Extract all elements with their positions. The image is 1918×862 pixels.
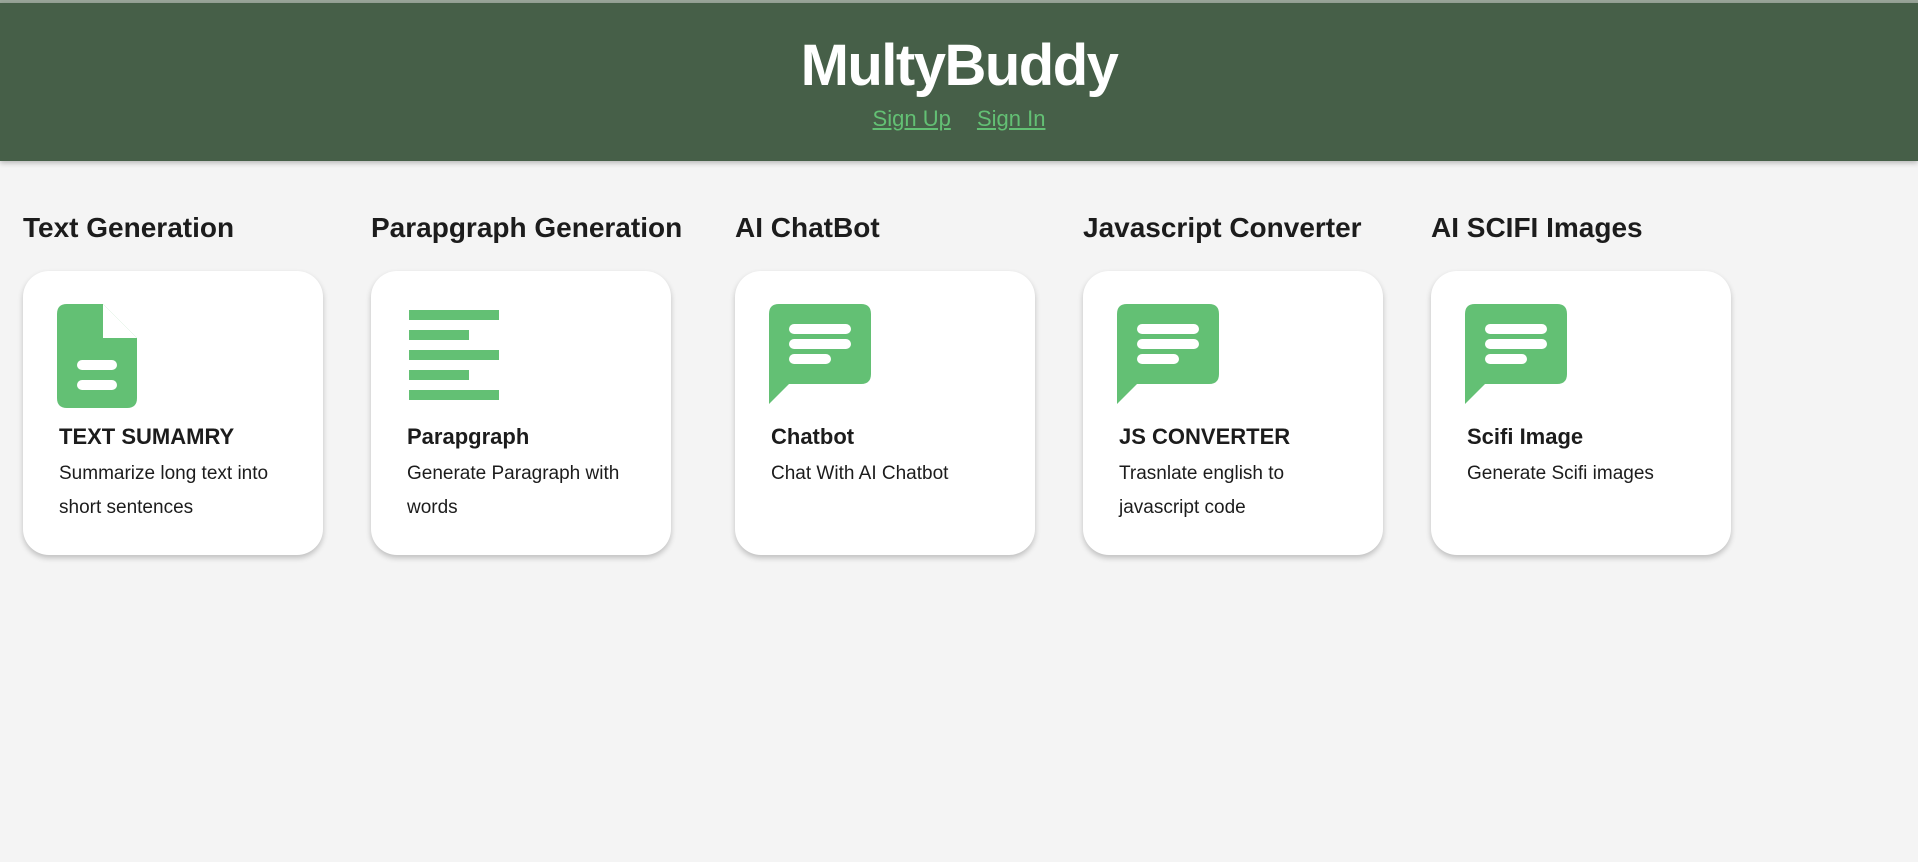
tool-card-name: JS CONVERTER [1119, 424, 1291, 449]
tool-ai-chatbot: AI ChatBot Chatbot Chat With AI Chatbot [735, 210, 1035, 555]
tool-card-paragraph[interactable]: Parapgraph Generate Paragraph with words [371, 271, 671, 555]
tool-card-description: Generate Scifi images [1467, 463, 1654, 484]
tool-card-name: TEXT SUMAMRY [59, 424, 235, 449]
section-title: Text Generation [23, 212, 235, 243]
tool-card-description: Generate Paragraph with words [407, 463, 620, 518]
tool-card-chatbot[interactable]: Chatbot Chat With AI Chatbot [735, 271, 1035, 555]
sign-up-link[interactable]: Sign Up [873, 106, 951, 131]
tool-ai-scifi-images: AI SCIFI Images Scifi Image Generate Sci… [1431, 210, 1731, 555]
chat-bubble-icon [1465, 304, 1567, 409]
tool-card-name: Parapgraph [407, 424, 530, 449]
section-title: Parapgraph Generation [371, 212, 683, 243]
section-title: AI ChatBot [735, 212, 880, 243]
sign-in-link[interactable]: Sign In [977, 106, 1046, 131]
chat-bubble-icon [1117, 304, 1219, 409]
tool-card-description: Summarize long text into short sentences [59, 463, 269, 518]
tool-card-name: Scifi Image [1467, 424, 1584, 449]
section-title: AI SCIFI Images [1431, 212, 1643, 243]
document-icon [57, 304, 141, 413]
tool-card-name: Chatbot [771, 424, 855, 449]
tool-text-generation: Text Generation TEXT SUMAMRY Summarize l… [23, 210, 323, 555]
tool-javascript-converter: Javascript Converter JS CONVERTER Trasnl… [1083, 210, 1383, 555]
section-title: Javascript Converter [1083, 212, 1362, 243]
tool-paragraph-generation: Parapgraph Generation Parapgraph Generat… [371, 210, 683, 555]
auth-nav: Sign Up Sign In [0, 105, 1918, 133]
site-header: MultyBuddy Sign Up Sign In [0, 3, 1918, 161]
paragraph-icon [405, 304, 505, 409]
tool-card-text-summary[interactable]: TEXT SUMAMRY Summarize long text into sh… [23, 271, 323, 555]
tool-card-js-converter[interactable]: JS CONVERTER Trasnlate english to javasc… [1083, 271, 1383, 555]
tool-card-scifi-image[interactable]: Scifi Image Generate Scifi images [1431, 271, 1731, 555]
chat-bubble-icon [769, 304, 871, 409]
site-title: MultyBuddy [800, 33, 1119, 98]
tool-card-description: Chat With AI Chatbot [771, 463, 949, 484]
tool-card-description: Trasnlate english to javascript code [1119, 463, 1285, 518]
